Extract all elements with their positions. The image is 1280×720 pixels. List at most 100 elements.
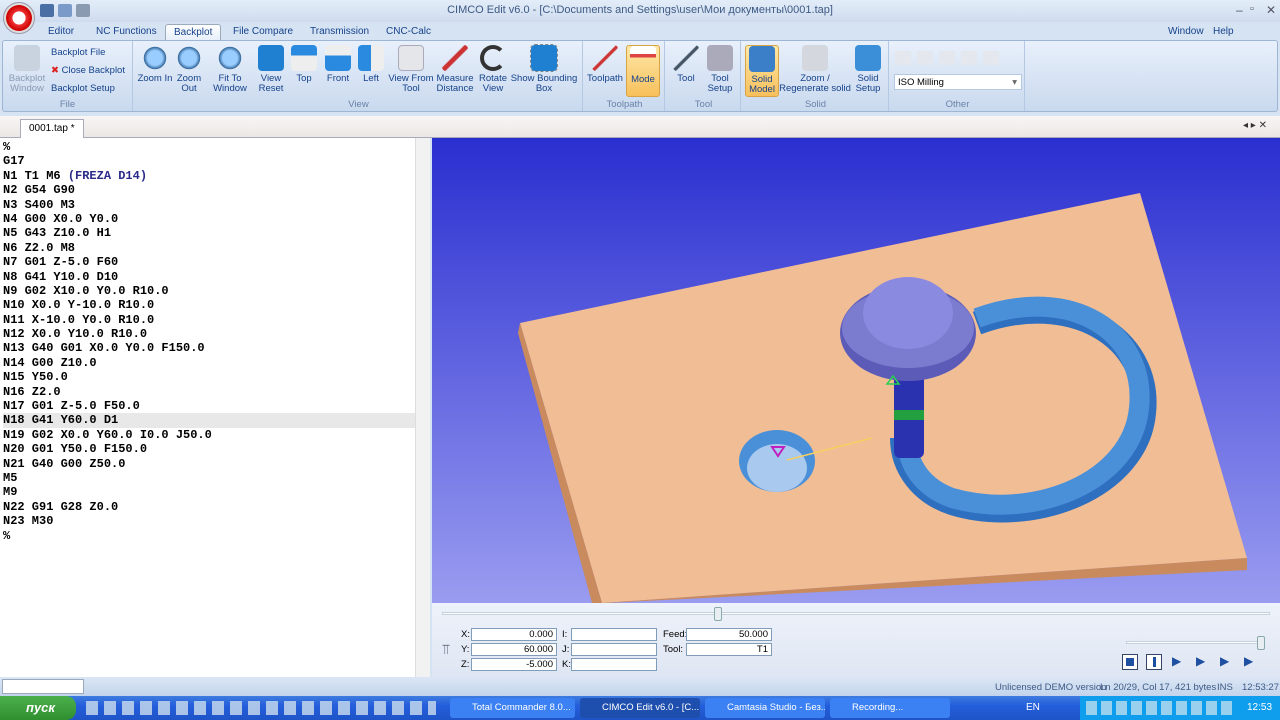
x-field[interactable]: 0.000 (471, 628, 557, 641)
pause-button[interactable] (1146, 654, 1162, 670)
stop-button[interactable] (1122, 654, 1138, 670)
step-button[interactable]: ▶︎ (1172, 654, 1181, 668)
task-recording[interactable]: Recording... (830, 698, 950, 718)
fit-to-window-button[interactable]: Fit To Window (205, 45, 255, 94)
backplot-file-button[interactable]: Backplot File (51, 47, 105, 58)
k-field[interactable] (571, 658, 657, 671)
help-menu[interactable]: Help (1205, 24, 1242, 41)
task-cimco-edit[interactable]: CIMCO Edit v6.0 - [C... (580, 698, 700, 718)
tab-file-compare[interactable]: File Compare (225, 24, 301, 41)
tool-setup-button[interactable]: Tool Setup (703, 45, 737, 94)
code-line[interactable]: N2 G54 G90 (3, 183, 415, 197)
start-button[interactable]: пуск (0, 696, 76, 720)
code-line[interactable]: N15 Y50.0 (3, 370, 415, 384)
code-line[interactable]: N3 S400 M3 (3, 198, 415, 212)
tool-field[interactable]: T1 (686, 643, 772, 656)
mode-button[interactable]: Mode (626, 45, 660, 97)
code-editor[interactable]: % G17 N1 T1 M6 (FREZA D14) N2 G54 G90 N3 S40… (0, 138, 430, 677)
task-camtasia[interactable]: Camtasia Studio - Без... (705, 698, 825, 718)
view-reset-button[interactable]: View Reset (253, 45, 289, 94)
code-line[interactable]: N5 G43 Z10.0 H1 (3, 226, 415, 240)
play-to-z-button[interactable]: ▶︎ (1220, 654, 1229, 668)
code-line[interactable]: N10 X0.0 Y-10.0 R10.0 (3, 298, 415, 312)
tab-cnc-calc[interactable]: CNC-Calc (378, 24, 439, 41)
save-icon[interactable] (40, 4, 54, 17)
tool-button[interactable]: Tool (669, 45, 703, 84)
tab-nav-arrows[interactable]: ◂ ▸ ✕ (1243, 120, 1267, 131)
rotate-view-button[interactable]: Rotate View (475, 45, 511, 94)
backplot-window-button[interactable]: Backplot Window (7, 45, 47, 94)
code-line[interactable]: % (3, 529, 415, 543)
maximize-button[interactable]: ▫ (1250, 3, 1254, 15)
code-line[interactable]: N11 X-10.0 Y0.0 R10.0 (3, 313, 415, 327)
tab-backplot[interactable]: Backplot (165, 24, 222, 41)
play-to-tool-button[interactable]: ▶︎ (1244, 654, 1253, 668)
code-line[interactable]: G17 (3, 154, 415, 168)
code-line[interactable]: N7 G01 Z-5.0 F60 (3, 255, 415, 269)
solid-setup-icon (855, 45, 881, 71)
undo-icon[interactable] (58, 4, 72, 17)
feed-field[interactable]: 50.000 (686, 628, 772, 641)
minimize-button[interactable]: – (1236, 3, 1243, 17)
code-line[interactable]: N13 G40 G01 X0.0 Y0.0 F150.0 (3, 341, 415, 355)
code-line[interactable]: N20 G01 Y50.0 F150.0 (3, 442, 415, 456)
code-line[interactable]: N18 G41 Y60.0 D1 (3, 413, 415, 428)
view-from-tool-button[interactable]: View From Tool (387, 45, 435, 94)
status-input[interactable] (2, 679, 84, 694)
editor-scrollbar[interactable] (415, 138, 430, 677)
zoom-in-button[interactable]: Zoom In (137, 45, 173, 84)
left-view-button[interactable]: Left (355, 45, 387, 84)
show-bounding-box-button[interactable]: Show Bounding Box (509, 44, 579, 94)
code-line[interactable]: N1 T1 M6 (FREZA D14) (3, 169, 415, 183)
print-icon[interactable] (76, 4, 90, 17)
machine-select[interactable]: ISO Milling ▾ (894, 74, 1022, 90)
z-field[interactable]: -5.000 (471, 658, 557, 671)
solid-setup-button[interactable]: Solid Setup (851, 45, 885, 94)
code-line[interactable]: N14 G00 Z10.0 (3, 356, 415, 370)
y-field[interactable]: 60.000 (471, 643, 557, 656)
code-line[interactable]: N21 G40 G00 Z50.0 (3, 457, 415, 471)
code-line[interactable]: N19 G02 X0.0 Y60.0 I0.0 J50.0 (3, 428, 415, 442)
progress-slider[interactable] (442, 607, 1270, 621)
code-line[interactable]: N8 G41 Y10.0 D10 (3, 270, 415, 284)
front-view-button[interactable]: Front (321, 45, 355, 84)
progress-thumb[interactable] (713, 607, 722, 621)
code-line[interactable]: M9 (3, 485, 415, 499)
j-field[interactable] (571, 643, 657, 656)
code-line[interactable]: N22 G91 G28 Z0.0 (3, 500, 415, 514)
backplot-viewport[interactable] (432, 138, 1280, 603)
tab-nc-functions[interactable]: NC Functions (88, 24, 165, 41)
zoom-out-button[interactable]: Zoom Out (171, 45, 207, 94)
window-menu[interactable]: Window (1160, 24, 1212, 41)
language-indicator[interactable]: EN (1026, 702, 1040, 713)
toolpath-button[interactable]: Toolpath (587, 45, 623, 84)
solid-model-button[interactable]: Solid Model (745, 45, 779, 97)
code-line[interactable]: N4 G00 X0.0 Y0.0 (3, 212, 415, 226)
code-line[interactable]: N12 X0.0 Y10.0 R10.0 (3, 327, 415, 341)
speed-thumb[interactable] (1257, 636, 1265, 650)
measure-distance-button[interactable]: Measure Distance (433, 45, 477, 94)
code-line[interactable]: N6 Z2.0 M8 (3, 241, 415, 255)
play-button[interactable]: ▶︎ (1196, 654, 1205, 668)
regenerate-solid-button[interactable]: Zoom / Regenerate solid (779, 45, 851, 94)
backplot-setup-button[interactable]: Backplot Setup (51, 83, 115, 94)
tab-editor[interactable]: Editor (40, 24, 82, 41)
document-tabs: 0001.tap * ◂ ▸ ✕ (0, 116, 1280, 138)
document-tab[interactable]: 0001.tap * (20, 119, 84, 138)
close-backplot-button[interactable]: ✖ Close Backplot (51, 65, 125, 76)
code-line[interactable]: N16 Z2.0 (3, 385, 415, 399)
task-total-commander[interactable]: Total Commander 8.0... (450, 698, 575, 718)
other-toolbar-icons[interactable] (895, 51, 1003, 65)
code-line[interactable]: % (3, 140, 415, 154)
i-field[interactable] (571, 628, 657, 641)
close-button[interactable]: ✕ (1266, 3, 1276, 17)
tab-transmission[interactable]: Transmission (302, 24, 377, 41)
tray-icons[interactable] (1086, 701, 1236, 715)
code-line[interactable]: M5 (3, 471, 415, 485)
quick-launch-icons[interactable] (86, 701, 436, 715)
top-view-button[interactable]: Top (287, 45, 321, 84)
code-line[interactable]: N17 G01 Z-5.0 F50.0 (3, 399, 415, 413)
code-line[interactable]: N9 G02 X10.0 Y0.0 R10.0 (3, 284, 415, 298)
code-line[interactable]: N23 M30 (3, 514, 415, 528)
speed-slider[interactable] (1126, 636, 1265, 650)
